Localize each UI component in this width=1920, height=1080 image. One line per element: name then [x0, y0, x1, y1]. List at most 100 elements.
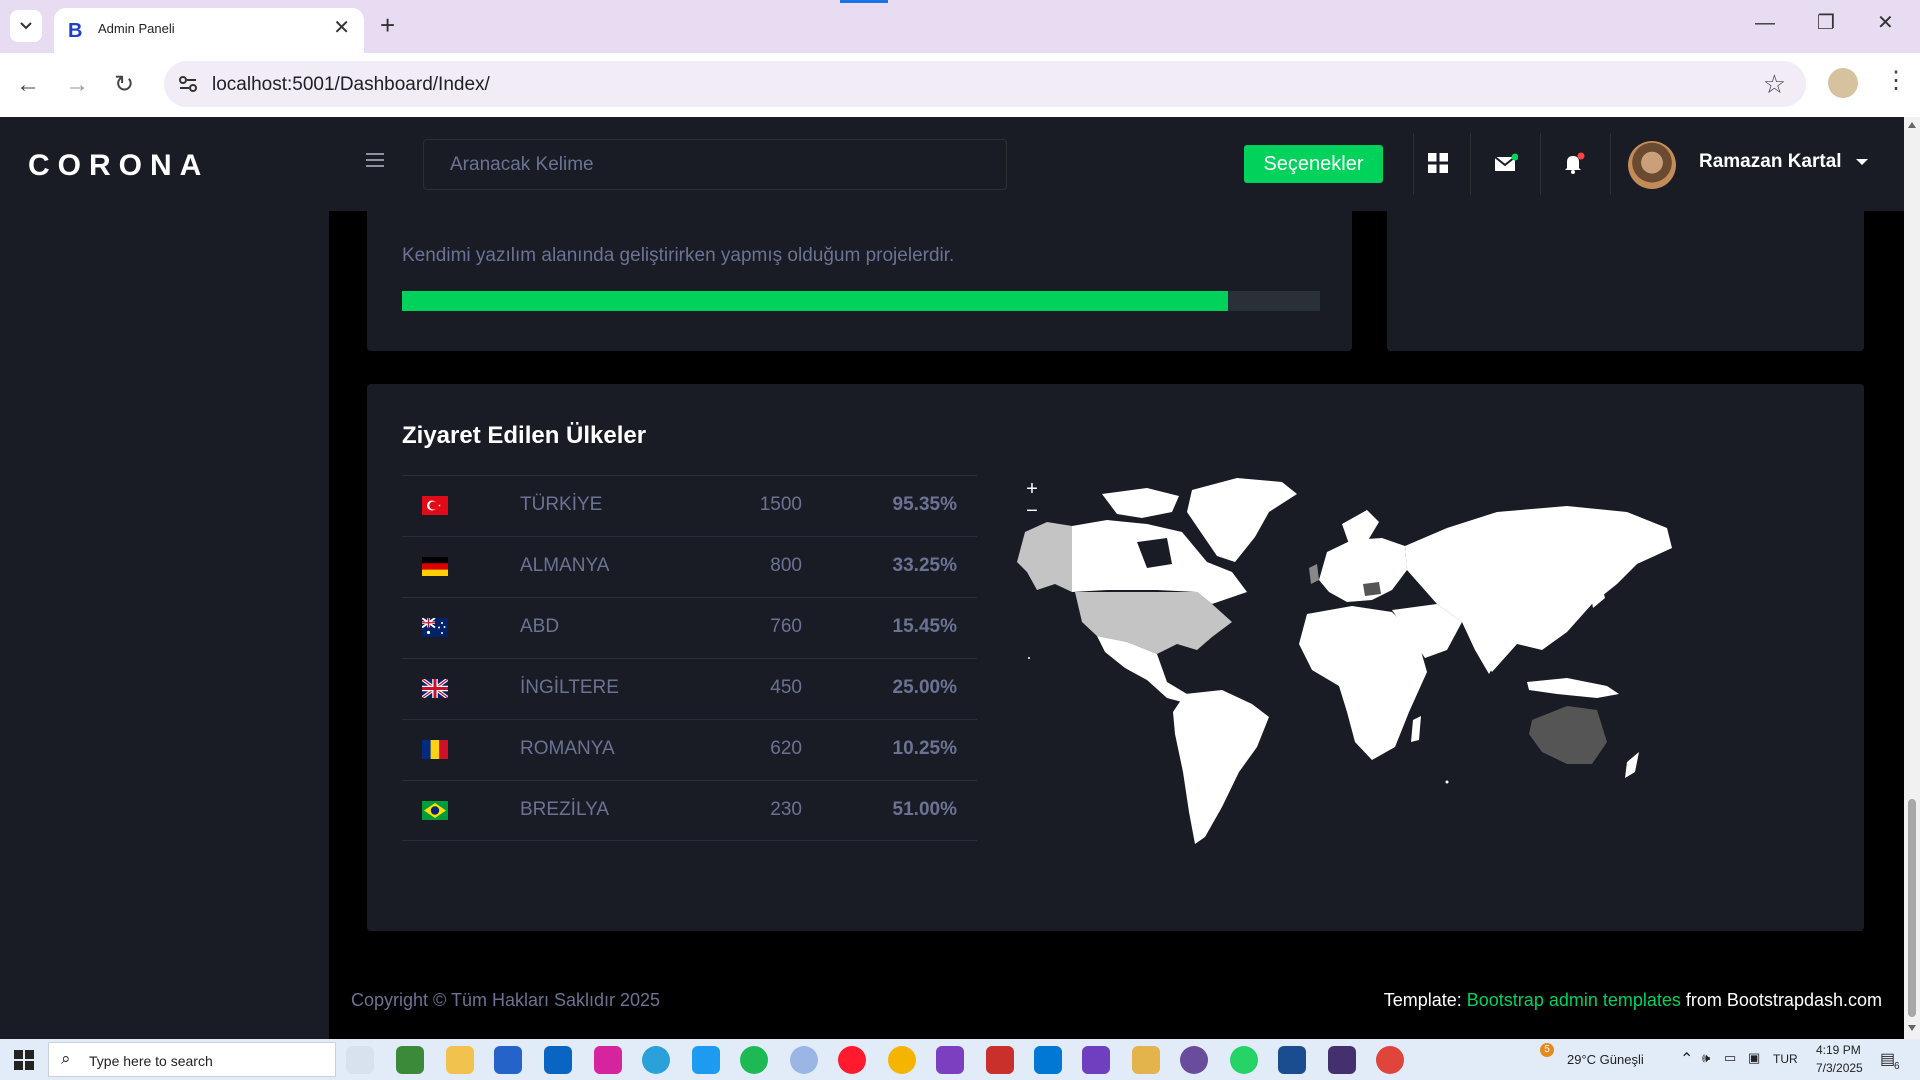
world-map[interactable]: + −	[1007, 472, 1845, 886]
browser-tab-bar: B Admin Paneli ✕ + — ❐ ✕	[0, 0, 1920, 53]
country-count: 620	[770, 738, 802, 759]
australia-flag-icon	[422, 618, 448, 637]
browser-tab-admin[interactable]: B Admin Paneli ✕	[54, 8, 364, 53]
brand-logo[interactable]: CORONA	[28, 149, 209, 183]
back-arrow-icon[interactable]: ←	[16, 71, 40, 99]
windows-start-icon[interactable]	[14, 1050, 34, 1070]
r-app-icon[interactable]	[790, 1046, 818, 1074]
brazil-flag-icon	[422, 801, 448, 820]
divider	[1413, 133, 1414, 195]
scrollbar-thumb[interactable]	[1908, 799, 1916, 1017]
terminal-icon[interactable]	[1328, 1046, 1356, 1074]
chrome-icon[interactable]	[888, 1046, 916, 1074]
window-close-icon[interactable]: ✕	[1877, 12, 1894, 34]
tray-chevron-up-icon[interactable]: ⌃	[1680, 1049, 1693, 1069]
instagram-icon[interactable]	[594, 1046, 622, 1074]
uk-flag-icon	[422, 679, 448, 698]
minimize-icon[interactable]: —	[1755, 12, 1775, 34]
bookmark-star-icon[interactable]: ☆	[1763, 69, 1786, 100]
divider	[1540, 133, 1541, 195]
taskbar-search-placeholder: Type here to search	[89, 1053, 213, 1069]
tab-close-icon[interactable]: ✕	[333, 18, 350, 38]
bootstrap-favicon-icon: B	[68, 20, 83, 42]
store-icon[interactable]	[494, 1046, 522, 1074]
map-uk	[1309, 564, 1319, 584]
map-romania	[1363, 582, 1381, 596]
volume-icon[interactable]: 🕪	[1702, 1050, 1710, 1066]
country-count: 230	[770, 799, 802, 820]
map-indonesia	[1527, 678, 1619, 698]
paint-icon[interactable]	[1132, 1046, 1160, 1074]
scroll-down-icon[interactable]	[1908, 1025, 1916, 1031]
browser-menu-icon[interactable]: ⋮	[1884, 67, 1908, 95]
user-name[interactable]: Ramazan Kartal	[1699, 151, 1842, 173]
caret-down-icon[interactable]	[1856, 159, 1868, 165]
address-bar[interactable]: localhost:5001/Dashboard/Index/ ☆	[164, 61, 1806, 107]
grid-icon[interactable]	[1420, 145, 1456, 181]
taskbar-search-box[interactable]: ⌕ Type here to search	[48, 1042, 336, 1077]
map-zoom-out-button[interactable]: −	[1022, 501, 1042, 522]
opera-icon[interactable]	[838, 1046, 866, 1074]
avatar[interactable]	[1628, 141, 1676, 189]
notifications-icon[interactable]: ▤	[1880, 1049, 1895, 1069]
scroll-up-icon[interactable]	[1908, 122, 1916, 128]
xbox-app-icon[interactable]	[396, 1046, 424, 1074]
network-icon[interactable]: ▣	[1748, 1050, 1760, 1066]
country-name: ABD	[520, 616, 560, 637]
vscode-icon[interactable]	[1034, 1046, 1062, 1074]
visual-studio-icon[interactable]	[936, 1046, 964, 1074]
telegram-icon[interactable]	[642, 1046, 670, 1074]
spotify-icon[interactable]	[740, 1046, 768, 1074]
prime-video-icon[interactable]	[1278, 1046, 1306, 1074]
romania-flag-icon	[422, 740, 448, 759]
language-indicator[interactable]: TUR	[1773, 1052, 1798, 1066]
clock-time[interactable]: 4:19 PM	[1816, 1043, 1861, 1057]
options-button[interactable]: Seçenekler	[1244, 145, 1383, 183]
search-icon: ⌕	[61, 1049, 71, 1068]
new-tab-button[interactable]: +	[380, 12, 395, 38]
sql-server-icon[interactable]	[986, 1046, 1014, 1074]
mail-icon[interactable]	[1488, 145, 1524, 181]
table-row: ABD 760 15.45%	[402, 597, 977, 658]
forward-arrow-icon[interactable]: →	[65, 71, 89, 99]
chevron-down-icon	[20, 22, 32, 30]
map-new-zealand	[1625, 752, 1639, 778]
chrome-active-icon[interactable]	[1376, 1046, 1404, 1074]
task-view-icon[interactable]	[346, 1046, 374, 1074]
country-name: ALMANYA	[520, 555, 610, 576]
whatsapp-icon[interactable]	[1230, 1046, 1258, 1074]
map-europe	[1319, 538, 1407, 602]
sidebar-toggle-icon[interactable]	[366, 153, 384, 171]
map-india	[1462, 620, 1507, 674]
app-navbar: CORONA Seçenekler Ramazan Kartal	[0, 117, 1904, 211]
country-percent: 25.00%	[892, 677, 957, 698]
map-zoom-in-button[interactable]: +	[1022, 479, 1042, 500]
reload-icon[interactable]: ↻	[114, 71, 134, 99]
site-settings-icon[interactable]	[176, 72, 200, 96]
os-taskbar: ⌕ Type here to search 5 29°C Güneşli ⌃ 🕪…	[0, 1039, 1920, 1080]
page-scrollbar[interactable]	[1904, 117, 1920, 1039]
map-usa	[1075, 592, 1232, 654]
search-input[interactable]	[423, 139, 1007, 190]
twitter-icon[interactable]	[692, 1046, 720, 1074]
outlook-icon[interactable]	[544, 1046, 572, 1074]
divider	[1610, 133, 1611, 195]
progress-bar	[402, 291, 1320, 311]
bell-icon[interactable]	[1556, 145, 1592, 181]
country-name: İNGİLTERE	[520, 677, 619, 698]
file-explorer-icon[interactable]	[446, 1046, 474, 1074]
map-dot	[1445, 780, 1449, 784]
restore-icon[interactable]: ❐	[1817, 12, 1835, 34]
clock-date[interactable]: 7/3/2025	[1816, 1061, 1863, 1075]
footer-template-link[interactable]: Bootstrap admin templates	[1467, 990, 1681, 1010]
profile-avatar-icon[interactable]	[1828, 68, 1858, 98]
visual-studio-2-icon[interactable]	[1082, 1046, 1110, 1074]
tab-search-button[interactable]	[10, 10, 42, 42]
battery-icon[interactable]: ▭	[1724, 1050, 1736, 1066]
country-count: 1500	[759, 494, 802, 515]
country-count: 800	[770, 555, 802, 576]
weather-text[interactable]: 29°C Güneşli	[1567, 1052, 1644, 1067]
browser-app-icon[interactable]	[1180, 1046, 1208, 1074]
sidebar	[0, 211, 329, 1039]
table-row: İNGİLTERE 450 25.00%	[402, 658, 977, 719]
